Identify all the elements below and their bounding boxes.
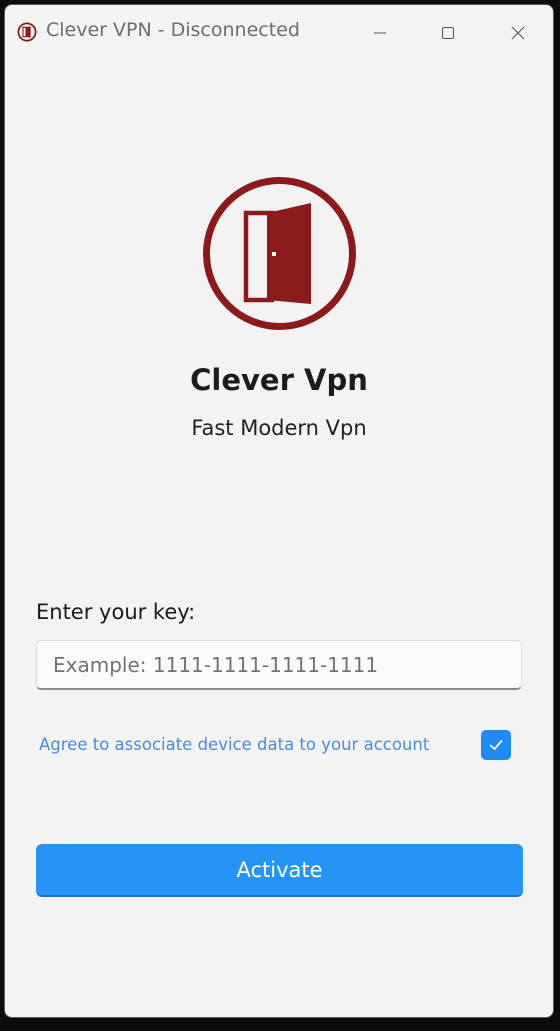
window-title: Clever VPN - Disconnected xyxy=(46,19,300,41)
minimize-button[interactable] xyxy=(345,5,415,61)
maximize-button[interactable] xyxy=(413,5,483,61)
door-open-icon xyxy=(203,177,356,330)
key-input[interactable] xyxy=(36,640,522,690)
minimize-icon xyxy=(374,32,386,34)
activate-button[interactable]: Activate xyxy=(36,844,523,897)
app-icon xyxy=(17,22,37,42)
key-label: Enter your key: xyxy=(36,600,196,624)
app-window: Clever VPN - Disconnected Clever Vpn Fas… xyxy=(4,4,554,1018)
maximize-icon xyxy=(442,27,454,39)
title-bar[interactable]: Clever VPN - Disconnected xyxy=(5,5,553,61)
close-icon xyxy=(511,26,525,40)
checkmark-icon xyxy=(489,740,503,750)
app-name: Clever Vpn xyxy=(190,363,368,397)
agree-label[interactable]: Agree to associate device data to your a… xyxy=(39,735,429,754)
app-tagline: Fast Modern Vpn xyxy=(191,416,367,440)
close-button[interactable] xyxy=(483,5,553,61)
agree-checkbox[interactable] xyxy=(481,730,511,760)
